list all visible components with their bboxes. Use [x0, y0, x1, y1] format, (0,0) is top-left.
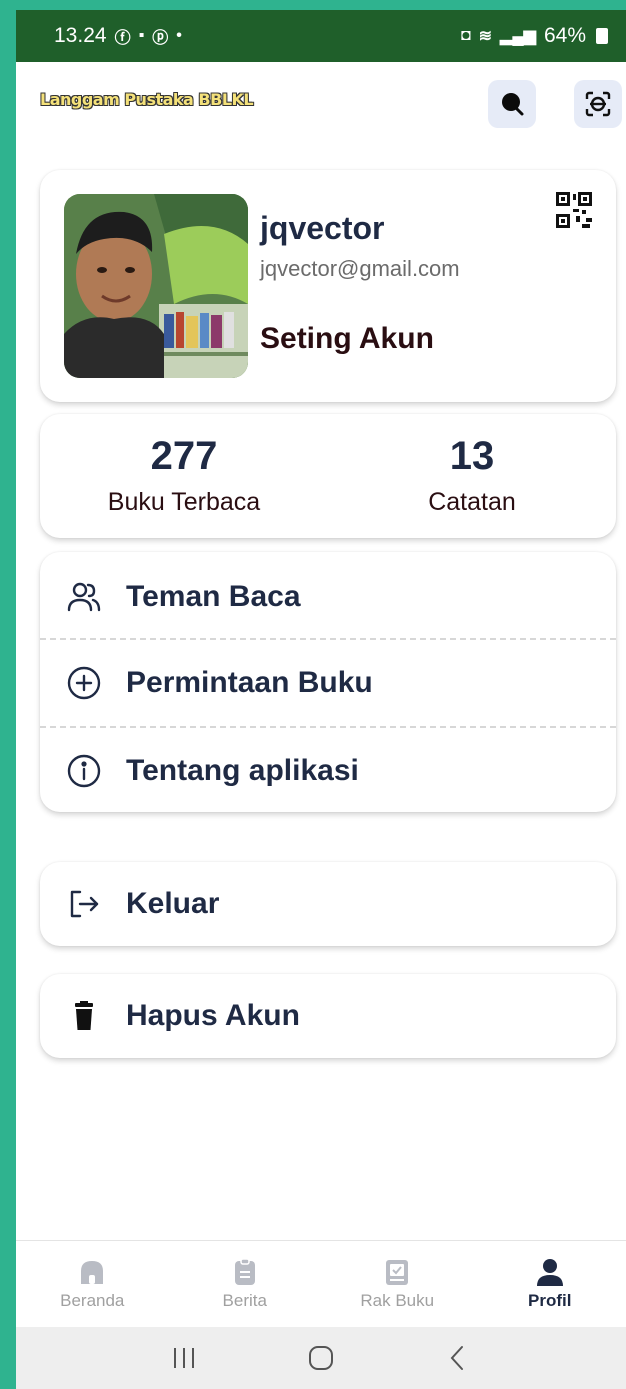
- home-button-icon[interactable]: [306, 1343, 336, 1373]
- clipboard-icon: [234, 1258, 255, 1285]
- nav-label: Beranda: [60, 1291, 125, 1310]
- profile-username: jqvector: [260, 210, 385, 246]
- profile-email: jqvector@gmail.com: [260, 256, 460, 281]
- stat-value: 277: [150, 434, 218, 478]
- search-button[interactable]: [488, 80, 536, 128]
- nav-item-news[interactable]: Berita: [169, 1241, 322, 1327]
- menu-item-label: Tentang aplikasi: [126, 754, 359, 787]
- logout-label: Keluar: [126, 887, 220, 920]
- facebook-icon: ⓕ: [114, 30, 131, 47]
- home-icon: [81, 1261, 104, 1284]
- logout-button[interactable]: Keluar: [40, 862, 616, 946]
- system-navigation-bar: [16, 1327, 626, 1389]
- menu-item-label: Permintaan Buku: [126, 666, 373, 699]
- user-icon: [536, 1259, 563, 1286]
- nav-item-home[interactable]: Beranda: [16, 1241, 169, 1327]
- menu-item-reading-friends[interactable]: Teman Baca: [40, 554, 616, 640]
- account-settings-link[interactable]: Seting Akun: [260, 322, 434, 356]
- app-screen: Langgam Pustaka BBLKL jqvector jqvector@…: [16, 62, 626, 1327]
- status-right: ◘ ≋ ▂▄▆ 64%: [461, 24, 608, 48]
- stats-card: 277 Buku Terbaca 13 Catatan: [40, 414, 616, 538]
- menu-item-book-request[interactable]: Permintaan Buku: [40, 640, 616, 726]
- info-icon: [66, 753, 102, 789]
- recent-apps-icon[interactable]: [169, 1345, 199, 1371]
- nav-label: Profil: [528, 1291, 572, 1310]
- app-title: Langgam Pustaka BBLKL: [40, 90, 254, 109]
- qr-code-icon[interactable]: [556, 192, 592, 228]
- delete-account-button[interactable]: Hapus Akun: [40, 974, 616, 1058]
- stat-notes[interactable]: 13 Catatan: [372, 432, 572, 517]
- frame-top: [0, 0, 626, 10]
- signal-icon: ▂▄▆: [500, 28, 536, 45]
- menu-item-label: Teman Baca: [126, 580, 301, 613]
- face-scan-icon: [585, 91, 611, 117]
- stat-label: Buku Terbaca: [107, 488, 261, 516]
- pinterest-icon: ⓟ: [152, 30, 169, 47]
- nav-item-profile[interactable]: Profil: [474, 1241, 626, 1327]
- bottom-nav: Beranda Berita Rak Buku Profil: [16, 1240, 626, 1327]
- logout-card: Keluar: [40, 862, 616, 946]
- logout-icon: [66, 886, 102, 922]
- delete-account-label: Hapus Akun: [126, 999, 300, 1032]
- status-time: 13.24: [54, 24, 107, 47]
- back-icon[interactable]: [443, 1343, 473, 1373]
- avatar[interactable]: [64, 194, 248, 378]
- status-bar: 13.24 ⓕ ▪ ⓟ • ◘ ≋ ▂▄▆ 64%: [16, 10, 626, 62]
- nav-label: Berita: [222, 1291, 267, 1310]
- plus-circle-icon: [66, 665, 102, 701]
- stat-value: 13: [449, 434, 495, 478]
- profile-card: jqvector jqvector@gmail.com Seting Akun: [40, 170, 616, 402]
- menu-card: Teman Baca Permintaan Buku Tentang aplik…: [40, 552, 616, 812]
- battery-text: 64%: [543, 24, 586, 47]
- dot-icon: •: [176, 27, 182, 44]
- search-icon: [502, 93, 524, 116]
- nav-label: Rak Buku: [360, 1291, 435, 1310]
- menu-item-about-app[interactable]: Tentang aplikasi: [40, 728, 616, 814]
- users-icon: [66, 579, 102, 615]
- bca-icon: ▪: [138, 27, 145, 44]
- wifi-icon: ≋: [478, 28, 493, 45]
- trash-icon: [66, 998, 102, 1034]
- avatar-photo: [64, 194, 248, 378]
- stat-books-read[interactable]: 277 Buku Terbaca: [84, 432, 284, 517]
- alarm-icon: ◘: [460, 27, 471, 44]
- stat-label: Catatan: [428, 488, 516, 516]
- scan-button[interactable]: [574, 80, 622, 128]
- book-shelf-icon: [386, 1260, 409, 1285]
- status-left: 13.24 ⓕ ▪ ⓟ •: [54, 24, 182, 48]
- delete-account-card: Hapus Akun: [40, 974, 616, 1058]
- nav-item-bookshelf[interactable]: Rak Buku: [321, 1241, 474, 1327]
- battery-icon: [596, 28, 608, 44]
